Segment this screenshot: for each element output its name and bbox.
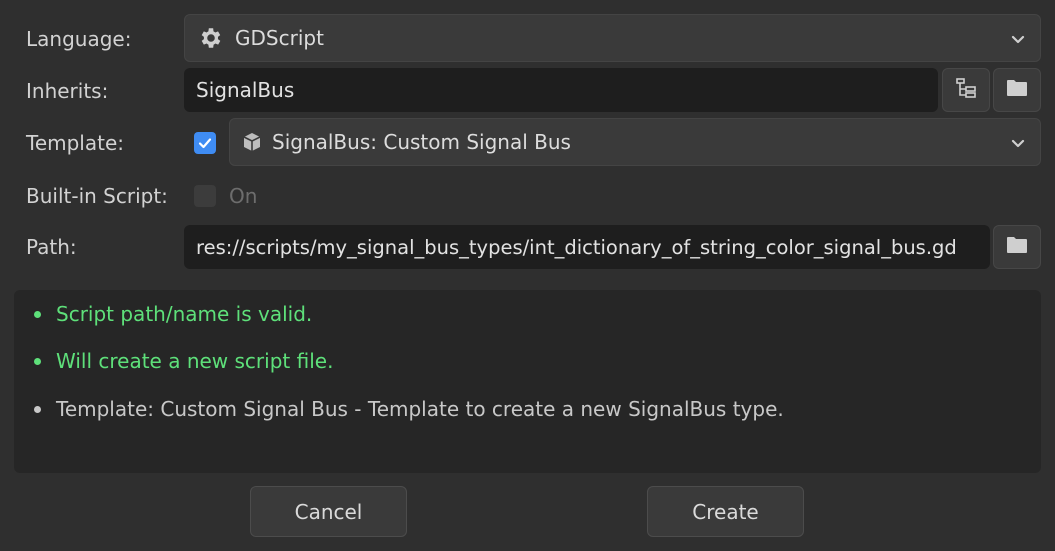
bullet-icon — [34, 405, 41, 413]
builtin-script-checkbox[interactable] — [194, 185, 216, 207]
template-dropdown[interactable]: SignalBus: Custom Signal Bus — [229, 118, 1041, 166]
gear-icon — [197, 24, 225, 52]
create-button[interactable]: Create — [647, 486, 804, 537]
template-label: Template: — [26, 131, 124, 155]
language-dropdown[interactable]: GDScript — [184, 14, 1041, 62]
chevron-down-icon — [1011, 139, 1025, 148]
builtin-script-label: Built-in Script: — [26, 184, 168, 208]
bullet-icon — [34, 310, 41, 318]
inherits-tree-button[interactable] — [942, 68, 990, 112]
template-value: SignalBus: Custom Signal Bus — [272, 130, 571, 154]
validation-message-text: Script path/name is valid. — [56, 302, 313, 326]
create-script-dialog: Language: GDScript Inherits: SignalBus T… — [0, 0, 1055, 551]
path-input[interactable]: res://scripts/my_signal_bus_types/int_di… — [184, 225, 990, 269]
validation-panel: Script path/name is valid. Will create a… — [14, 290, 1041, 473]
inherits-label: Inherits: — [26, 79, 109, 103]
box-icon — [240, 128, 264, 156]
bullet-icon — [34, 357, 41, 365]
class-tree-icon — [954, 76, 978, 104]
template-checkbox[interactable] — [194, 132, 216, 154]
validation-message: Template: Custom Signal Bus - Template t… — [34, 397, 784, 421]
validation-message-text: Will create a new script file. — [56, 349, 334, 373]
folder-icon — [1006, 78, 1028, 102]
path-label: Path: — [26, 235, 77, 259]
chevron-down-icon — [1011, 35, 1025, 44]
checkmark-icon — [198, 138, 212, 149]
validation-message-text: Template: Custom Signal Bus - Template t… — [56, 397, 784, 421]
language-label: Language: — [26, 27, 132, 51]
inherits-input[interactable]: SignalBus — [184, 68, 938, 112]
path-browse-button[interactable] — [993, 225, 1041, 269]
language-value: GDScript — [235, 26, 324, 50]
builtin-script-on-label: On — [229, 184, 258, 208]
inherits-browse-button[interactable] — [993, 68, 1041, 112]
cancel-button[interactable]: Cancel — [250, 486, 407, 537]
validation-message: Will create a new script file. — [34, 349, 333, 373]
validation-message: Script path/name is valid. — [34, 302, 312, 326]
folder-icon — [1006, 235, 1028, 259]
